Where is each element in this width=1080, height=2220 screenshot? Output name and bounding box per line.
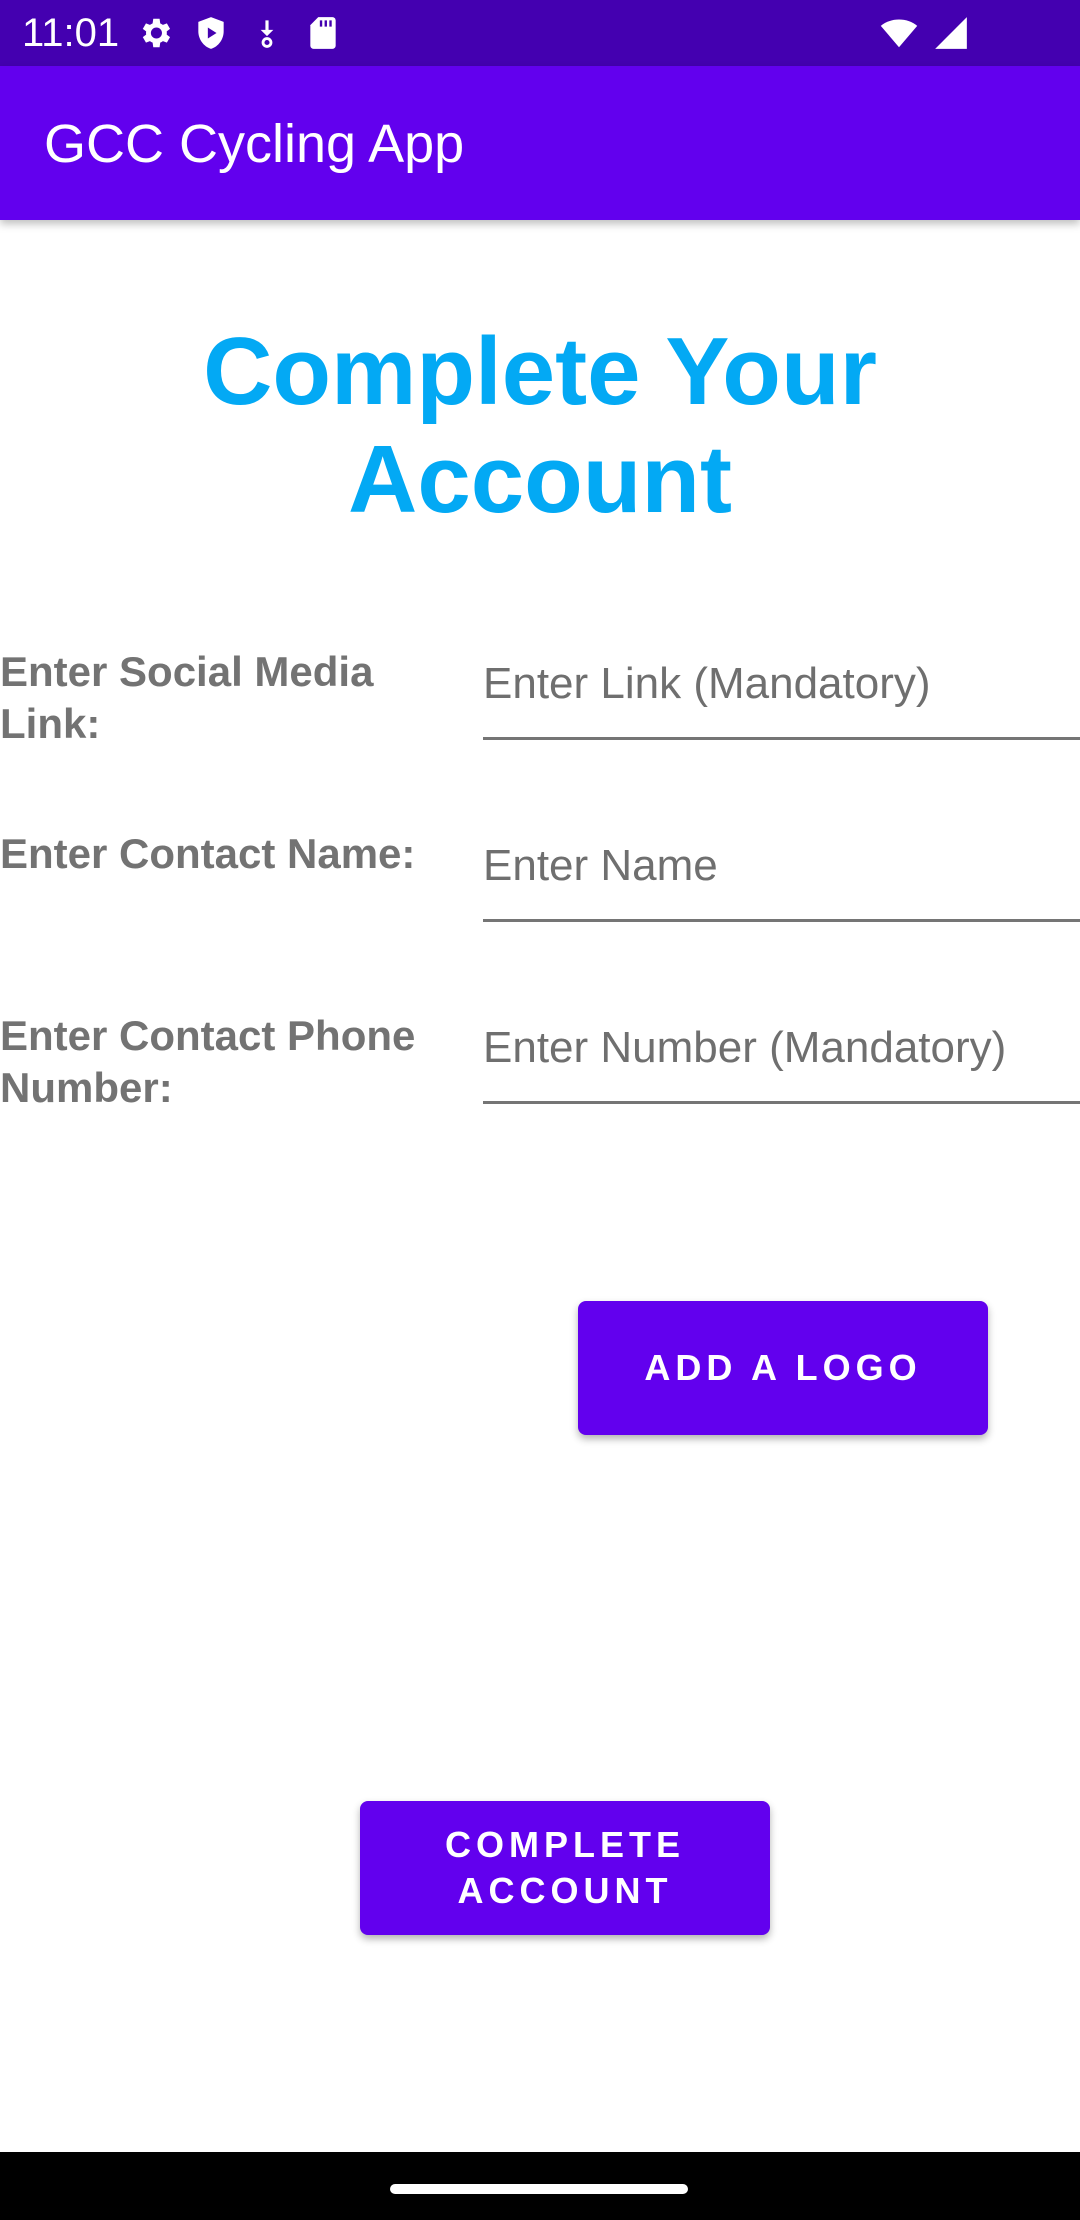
page-title: Complete Your Account [203, 318, 877, 533]
status-icons-right [880, 14, 970, 52]
home-gesture-handle[interactable] [390, 2184, 688, 2194]
wifi-icon [880, 14, 918, 52]
signal-icon [932, 14, 970, 52]
sd-card-icon [304, 14, 342, 52]
complete-account-button[interactable]: COMPLETE ACCOUNT [360, 1801, 770, 1935]
navigation-bar [0, 2152, 1080, 2220]
contact-name-input[interactable] [483, 812, 1080, 922]
app-title: GCC Cycling App [44, 114, 465, 174]
app-bar: GCC Cycling App [0, 66, 1080, 220]
add-logo-button[interactable]: ADD A LOGO [578, 1301, 988, 1435]
status-time: 11:01 [22, 11, 120, 55]
status-bar: 11:01 [0, 0, 1080, 66]
social-media-link-input[interactable] [483, 630, 1080, 740]
contact-phone-input[interactable] [483, 994, 1080, 1104]
download-icon [248, 14, 286, 52]
social-media-label: Enter Social Media Link: [0, 648, 374, 747]
shield-icon [192, 14, 230, 52]
status-icons-left [136, 14, 342, 52]
gear-icon [136, 14, 174, 52]
contact-name-label: Enter Contact Name: [0, 830, 416, 877]
contact-phone-label: Enter Contact Phone Number: [0, 1012, 416, 1111]
